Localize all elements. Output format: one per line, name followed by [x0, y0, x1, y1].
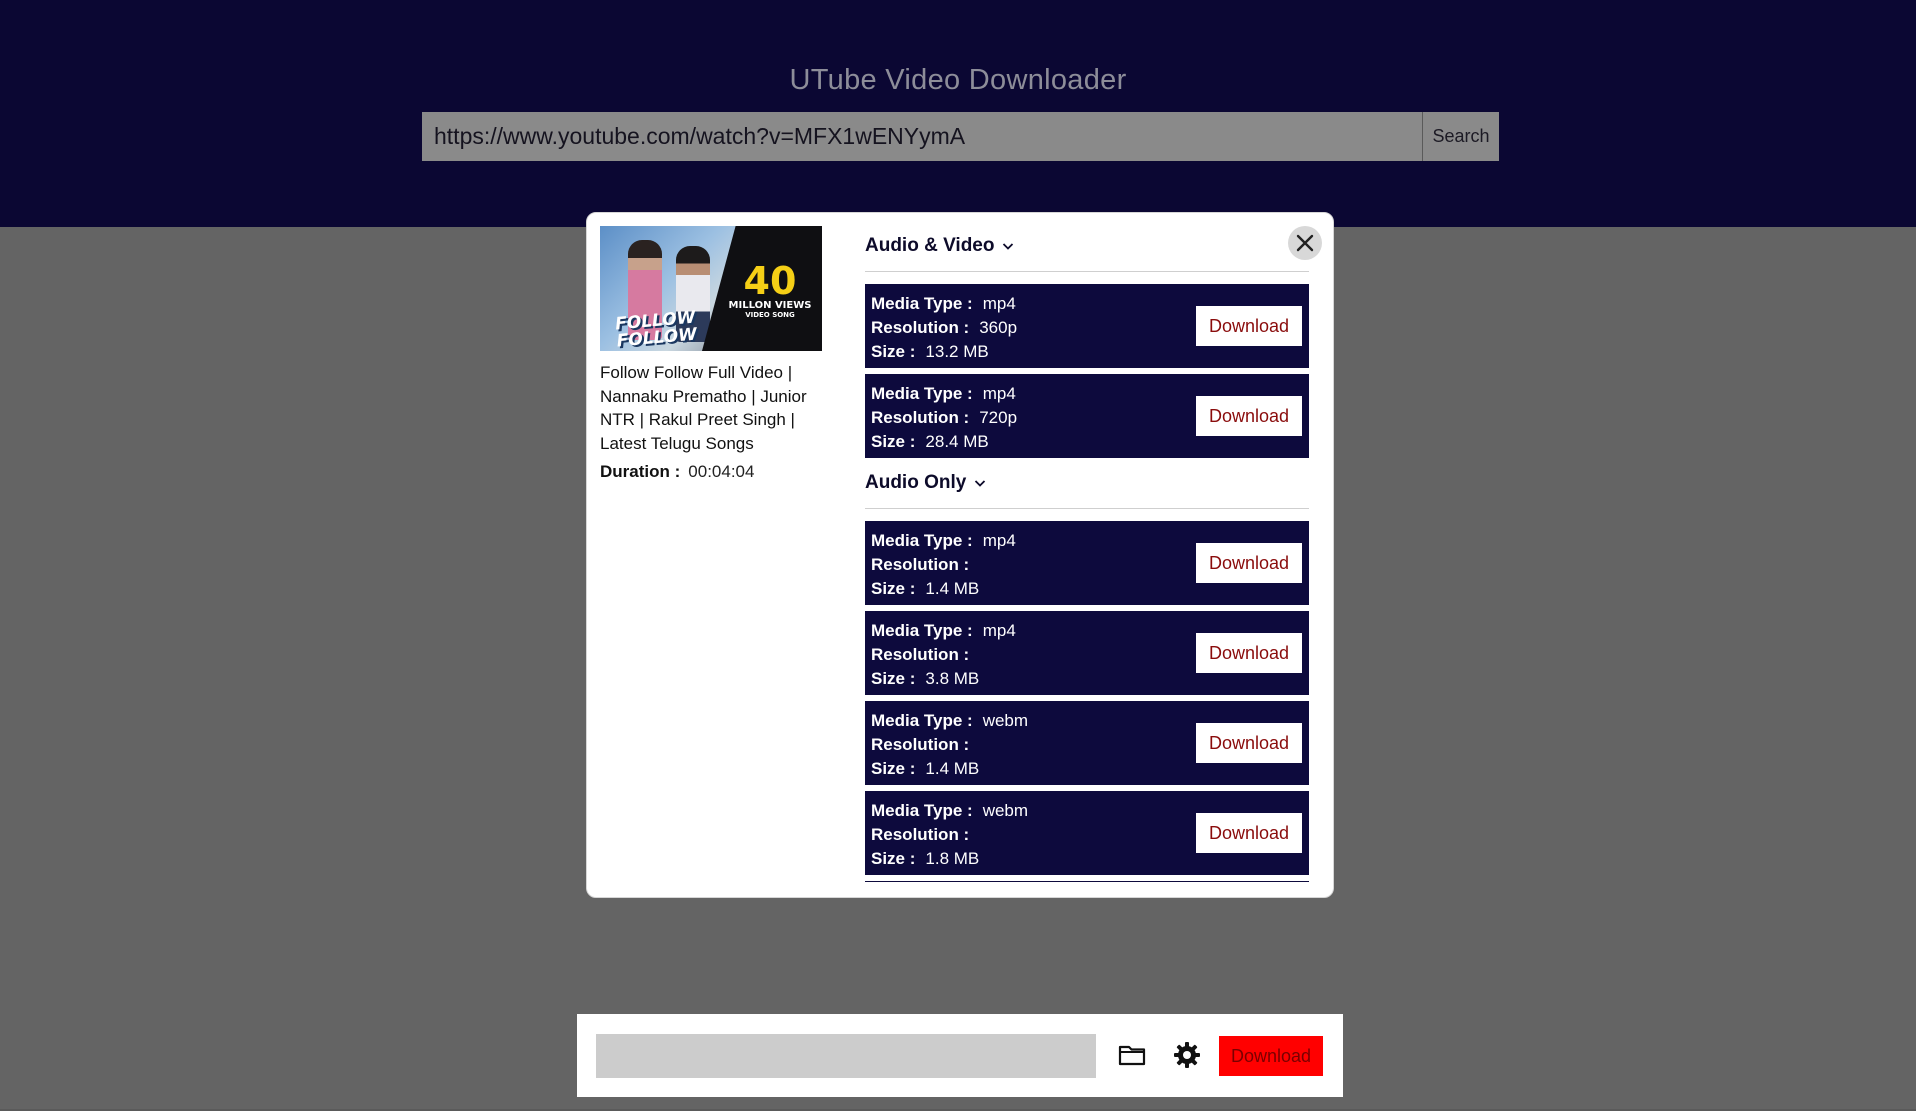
media-type-value: mp4 — [982, 384, 1016, 403]
resolution-value: 720p — [979, 408, 1018, 427]
media-type-value: mp4 — [982, 531, 1016, 550]
duration-row: Duration : 00:04:04 — [600, 462, 822, 482]
resolution-label: Resolution : — [871, 735, 970, 754]
search-button[interactable]: Search — [1422, 112, 1499, 161]
header-bar: UTube Video Downloader Search — [0, 0, 1916, 227]
video-title: Follow Follow Full Video | Nannaku Prema… — [600, 363, 807, 453]
video-details-modal: 40 MILLON VIEWS VIDEO SONG FOLLOW FOLLOW… — [586, 212, 1334, 898]
media-type-label: Media Type : — [871, 621, 973, 640]
size-value: 1.8 MB — [925, 849, 980, 868]
resolution-label: Resolution : — [871, 408, 970, 427]
size-value: 1.4 MB — [925, 579, 980, 598]
media-type-label: Media Type : — [871, 531, 973, 550]
folder-icon — [1118, 1045, 1146, 1065]
save-path-input[interactable] — [596, 1034, 1096, 1078]
size-value: 3.8 MB — [925, 669, 980, 688]
duration-value: 00:04:04 — [688, 462, 755, 481]
format-download-button[interactable]: Download — [1196, 813, 1302, 853]
gear-icon — [1174, 1041, 1200, 1068]
settings-button[interactable] — [1169, 1038, 1205, 1074]
media-type-label: Media Type : — [871, 384, 973, 403]
section-header-audio-only[interactable]: Audio Only — [865, 464, 1309, 500]
size-label: Size : — [871, 759, 916, 778]
size-label: Size : — [871, 669, 916, 688]
bottom-download-bar: Download — [577, 1014, 1343, 1097]
resolution-value: 360p — [979, 318, 1018, 337]
resolution-label: Resolution : — [871, 645, 970, 664]
section-header-audio-video[interactable]: Audio & Video — [865, 227, 1309, 263]
size-label: Size : — [871, 342, 916, 361]
format-card: Media Type : mp4 Resolution : 720p Size : 2… — [865, 374, 1309, 458]
size-value: 1.4 MB — [925, 759, 980, 778]
video-thumbnail: 40 MILLON VIEWS VIDEO SONG FOLLOW FOLLOW — [600, 226, 822, 351]
format-card: Media Type : mp4 Resolution : Size : 1.4 M… — [865, 521, 1309, 605]
size-label: Size : — [871, 432, 916, 451]
thumbnail-title-line: FOLLOW — [615, 324, 698, 351]
browse-folder-button[interactable] — [1114, 1038, 1150, 1074]
format-list[interactable]: Audio & Video Media Type : mp4 Resolution… — [865, 227, 1309, 897]
media-type-label: Media Type : — [871, 801, 973, 820]
chevron-down-icon — [1003, 243, 1014, 250]
media-type-value: mp4 — [982, 621, 1016, 640]
resolution-label: Resolution : — [871, 318, 970, 337]
media-type-value: webm — [982, 711, 1029, 730]
app-title: UTube Video Downloader — [789, 64, 1127, 96]
thumbnail-views-badge: 40 MILLON VIEWS VIDEO SONG — [724, 262, 816, 319]
section-divider — [865, 508, 1309, 509]
size-label: Size : — [871, 849, 916, 868]
format-download-button[interactable]: Download — [1196, 306, 1302, 346]
chevron-down-icon — [975, 480, 986, 487]
size-value: 28.4 MB — [925, 432, 989, 451]
list-end-divider — [865, 881, 1309, 882]
media-type-value: mp4 — [982, 294, 1016, 313]
section-title: Audio Only — [865, 472, 967, 493]
format-card: Media Type : webm Resolution : Size : 1.8 … — [865, 791, 1309, 875]
video-info: 40 MILLON VIEWS VIDEO SONG FOLLOW FOLLOW… — [600, 226, 822, 482]
section-divider — [865, 271, 1309, 272]
search-row: Search — [422, 112, 1499, 161]
size-value: 13.2 MB — [925, 342, 989, 361]
thumbnail-title: FOLLOW FOLLOW — [614, 308, 698, 351]
duration-label: Duration : — [600, 462, 681, 481]
format-download-button[interactable]: Download — [1196, 396, 1302, 436]
media-type-label: Media Type : — [871, 294, 973, 313]
resolution-label: Resolution : — [871, 825, 970, 844]
resolution-label: Resolution : — [871, 555, 970, 574]
main-download-button[interactable]: Download — [1219, 1036, 1323, 1076]
media-type-label: Media Type : — [871, 711, 973, 730]
thumbnail-views-text: MILLON VIEWS — [728, 300, 812, 311]
thumbnail-views-sub: VIDEO SONG — [745, 311, 795, 319]
format-download-button[interactable]: Download — [1196, 543, 1302, 583]
format-card: Media Type : mp4 Resolution : 360p Size : 1… — [865, 284, 1309, 368]
thumbnail-views-number: 40 — [743, 259, 797, 303]
format-download-button[interactable]: Download — [1196, 723, 1302, 763]
media-type-value: webm — [982, 801, 1029, 820]
format-card: Media Type : webm Resolution : Size : 1.4 … — [865, 701, 1309, 785]
format-card: Media Type : mp4 Resolution : Size : 3.8 M… — [865, 611, 1309, 695]
format-download-button[interactable]: Download — [1196, 633, 1302, 673]
url-input[interactable] — [422, 112, 1422, 161]
size-label: Size : — [871, 579, 916, 598]
section-title: Audio & Video — [865, 235, 995, 256]
